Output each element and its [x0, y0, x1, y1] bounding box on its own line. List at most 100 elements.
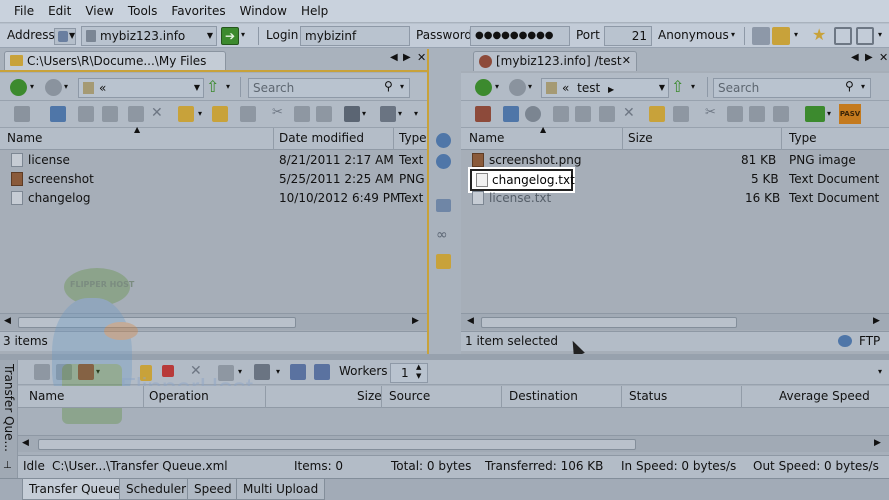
login-input[interactable]: mybizinf: [300, 26, 410, 46]
menu-view[interactable]: View: [78, 0, 120, 22]
path-folder[interactable]: test: [577, 81, 600, 95]
cut-icon[interactable]: ✂: [705, 105, 716, 120]
workers-spinner[interactable]: 1: [390, 363, 428, 383]
tab-remote-folder[interactable]: [mybiz123.info] /test ✕: [473, 51, 637, 71]
transfer-mode-icon[interactable]: [805, 106, 825, 122]
upload-icon[interactable]: [436, 133, 451, 148]
chevron-down-icon[interactable]: ▾: [414, 109, 418, 118]
list-item[interactable]: screenshot.png 81 KB PNG image: [461, 151, 889, 170]
column-size[interactable]: Size: [628, 131, 653, 145]
tab-speed[interactable]: Speed: [187, 479, 239, 500]
chevron-down-icon[interactable]: ▾: [861, 82, 865, 91]
remote-path-box[interactable]: « test ▶ ▼: [541, 78, 669, 98]
chevron-down-icon[interactable]: ▾: [827, 109, 831, 118]
chevron-down-icon[interactable]: ▼: [194, 79, 200, 97]
column-status[interactable]: Status: [629, 389, 667, 403]
refresh-icon[interactable]: [50, 106, 66, 122]
star-icon[interactable]: ★: [812, 25, 826, 44]
chevron-down-icon[interactable]: ▼: [659, 79, 665, 97]
paste-icon[interactable]: [316, 106, 332, 122]
queue-horizontal-scrollbar[interactable]: ◀ ▶: [18, 435, 889, 452]
refresh-icon[interactable]: [503, 106, 519, 122]
chevron-down-icon[interactable]: ▾: [400, 82, 404, 91]
menu-favorites[interactable]: Favorites: [164, 0, 232, 22]
rename-icon[interactable]: [102, 106, 118, 122]
up-folder-icon[interactable]: ⇧: [206, 77, 219, 96]
column-separator[interactable]: [501, 386, 502, 408]
column-operation[interactable]: Operation: [149, 389, 209, 403]
column-separator[interactable]: [741, 386, 742, 408]
column-size[interactable]: Size: [357, 389, 382, 403]
menu-edit[interactable]: Edit: [41, 0, 78, 22]
column-type[interactable]: Type: [789, 131, 817, 145]
password-input[interactable]: ●●●●●●●●●: [470, 26, 570, 46]
scrollbar-thumb[interactable]: [38, 439, 636, 450]
pasv-toggle-button[interactable]: PASV: [839, 104, 861, 124]
move-to-folder-icon[interactable]: [178, 106, 194, 122]
list-item[interactable]: screenshot 5/25/2011 2:25 AM PNG: [0, 170, 427, 189]
chevron-down-icon[interactable]: ▾: [495, 82, 499, 91]
back-icon[interactable]: [475, 79, 492, 96]
column-separator[interactable]: [621, 386, 622, 408]
queue-options-icon[interactable]: [254, 364, 270, 380]
list-item[interactable]: license 8/21/2011 2:17 AM Text: [0, 151, 427, 170]
chevron-right-icon[interactable]: ▶: [608, 85, 614, 94]
chevron-down-icon[interactable]: ▾: [226, 82, 230, 91]
properties-icon[interactable]: [599, 106, 615, 122]
menu-window[interactable]: Window: [233, 0, 294, 22]
search-icon[interactable]: ⚲: [845, 79, 854, 93]
copy-icon[interactable]: [294, 106, 310, 122]
column-separator[interactable]: [143, 386, 144, 408]
view-details-icon[interactable]: [380, 106, 396, 122]
close-icon[interactable]: ✕: [879, 51, 888, 64]
stop-icon[interactable]: [525, 106, 541, 122]
chevron-down-icon[interactable]: ▾: [878, 30, 882, 39]
menu-file[interactable]: File: [0, 0, 41, 22]
scroll-left-icon[interactable]: ◀: [22, 438, 29, 448]
new-folder-icon[interactable]: [212, 106, 228, 122]
chevron-down-icon[interactable]: ▾: [398, 109, 402, 118]
local-path-box[interactable]: « ▼: [78, 78, 204, 98]
column-date-modified[interactable]: Date modified: [279, 131, 364, 145]
chevron-down-icon[interactable]: ▾: [528, 82, 532, 91]
close-icon[interactable]: ✕: [622, 52, 631, 70]
forward-icon[interactable]: [509, 79, 526, 96]
column-average-speed[interactable]: Average Speed: [779, 389, 870, 403]
scroll-tabs-left-icon[interactable]: ◀: [851, 52, 859, 63]
scroll-tabs-left-icon[interactable]: ◀: [390, 52, 398, 63]
edit-icon[interactable]: [78, 106, 94, 122]
go-button[interactable]: ➔: [221, 27, 239, 45]
scroll-left-icon[interactable]: ◀: [4, 316, 11, 326]
chevron-down-icon[interactable]: ▾: [362, 109, 366, 118]
site-icon[interactable]: [475, 106, 491, 122]
download-icon[interactable]: [436, 154, 451, 169]
scroll-left-icon[interactable]: ◀: [467, 316, 474, 326]
edit-icon[interactable]: [553, 106, 569, 122]
folder-icon[interactable]: [772, 27, 790, 45]
site-manager-icon[interactable]: [752, 27, 770, 45]
column-separator[interactable]: [393, 128, 394, 150]
column-separator[interactable]: [273, 128, 274, 150]
delete-icon[interactable]: ✕: [623, 105, 635, 121]
column-type[interactable]: Type: [399, 131, 427, 145]
port-input[interactable]: 21: [604, 26, 652, 46]
properties-icon[interactable]: [128, 106, 144, 122]
tab-transfer-queue[interactable]: Transfer Queue: [22, 479, 128, 500]
scroll-right-icon[interactable]: ▶: [412, 316, 419, 326]
sync-icon[interactable]: [436, 199, 451, 212]
menu-tools[interactable]: Tools: [121, 0, 165, 22]
scroll-tabs-right-icon[interactable]: ▶: [403, 52, 411, 63]
delete-icon[interactable]: ✕: [151, 105, 163, 121]
menu-help[interactable]: Help: [294, 0, 335, 22]
back-icon[interactable]: [10, 79, 27, 96]
paste-icon[interactable]: [749, 106, 765, 122]
column-separator[interactable]: [781, 128, 782, 150]
chevron-down-icon[interactable]: ▾: [64, 82, 68, 91]
layout-split-icon[interactable]: [856, 27, 874, 45]
compare-folders-icon[interactable]: [436, 254, 451, 269]
up-folder-icon[interactable]: ⇧: [671, 77, 684, 96]
chevron-down-icon[interactable]: ▾: [241, 30, 245, 39]
list-item[interactable]: license.txt 16 KB Text Document: [461, 189, 889, 208]
spinner-arrows-icon[interactable]: ▲ ▼: [416, 363, 421, 381]
forward-icon[interactable]: [45, 79, 62, 96]
